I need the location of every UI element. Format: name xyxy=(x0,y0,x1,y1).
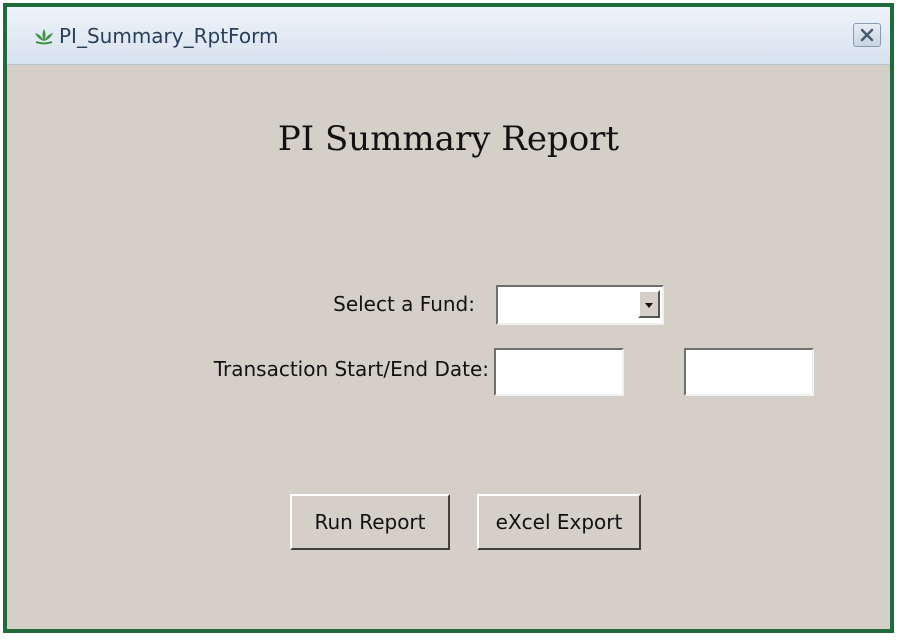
close-button[interactable] xyxy=(853,23,881,47)
report-heading: PI Summary Report xyxy=(277,119,620,159)
close-icon xyxy=(860,28,874,42)
app-lotus-icon xyxy=(33,27,55,45)
chevron-down-icon[interactable] xyxy=(638,290,660,318)
run-report-button[interactable]: Run Report xyxy=(290,494,450,550)
form-body: PI Summary Report Select a Fund: Transac… xyxy=(7,64,890,629)
window-title: PI_Summary_RptForm xyxy=(59,24,279,48)
fund-select[interactable] xyxy=(496,285,664,325)
end-date-field[interactable] xyxy=(684,348,814,396)
excel-export-button[interactable]: eXcel Export xyxy=(477,494,641,550)
fund-label: Select a Fund: xyxy=(333,292,475,316)
date-label: Transaction Start/End Date: xyxy=(213,357,489,381)
start-date-field[interactable] xyxy=(494,348,624,396)
title-bar[interactable]: PI_Summary_RptForm xyxy=(7,7,890,65)
form-window: PI_Summary_RptForm PI Summary Report Sel… xyxy=(3,3,894,633)
